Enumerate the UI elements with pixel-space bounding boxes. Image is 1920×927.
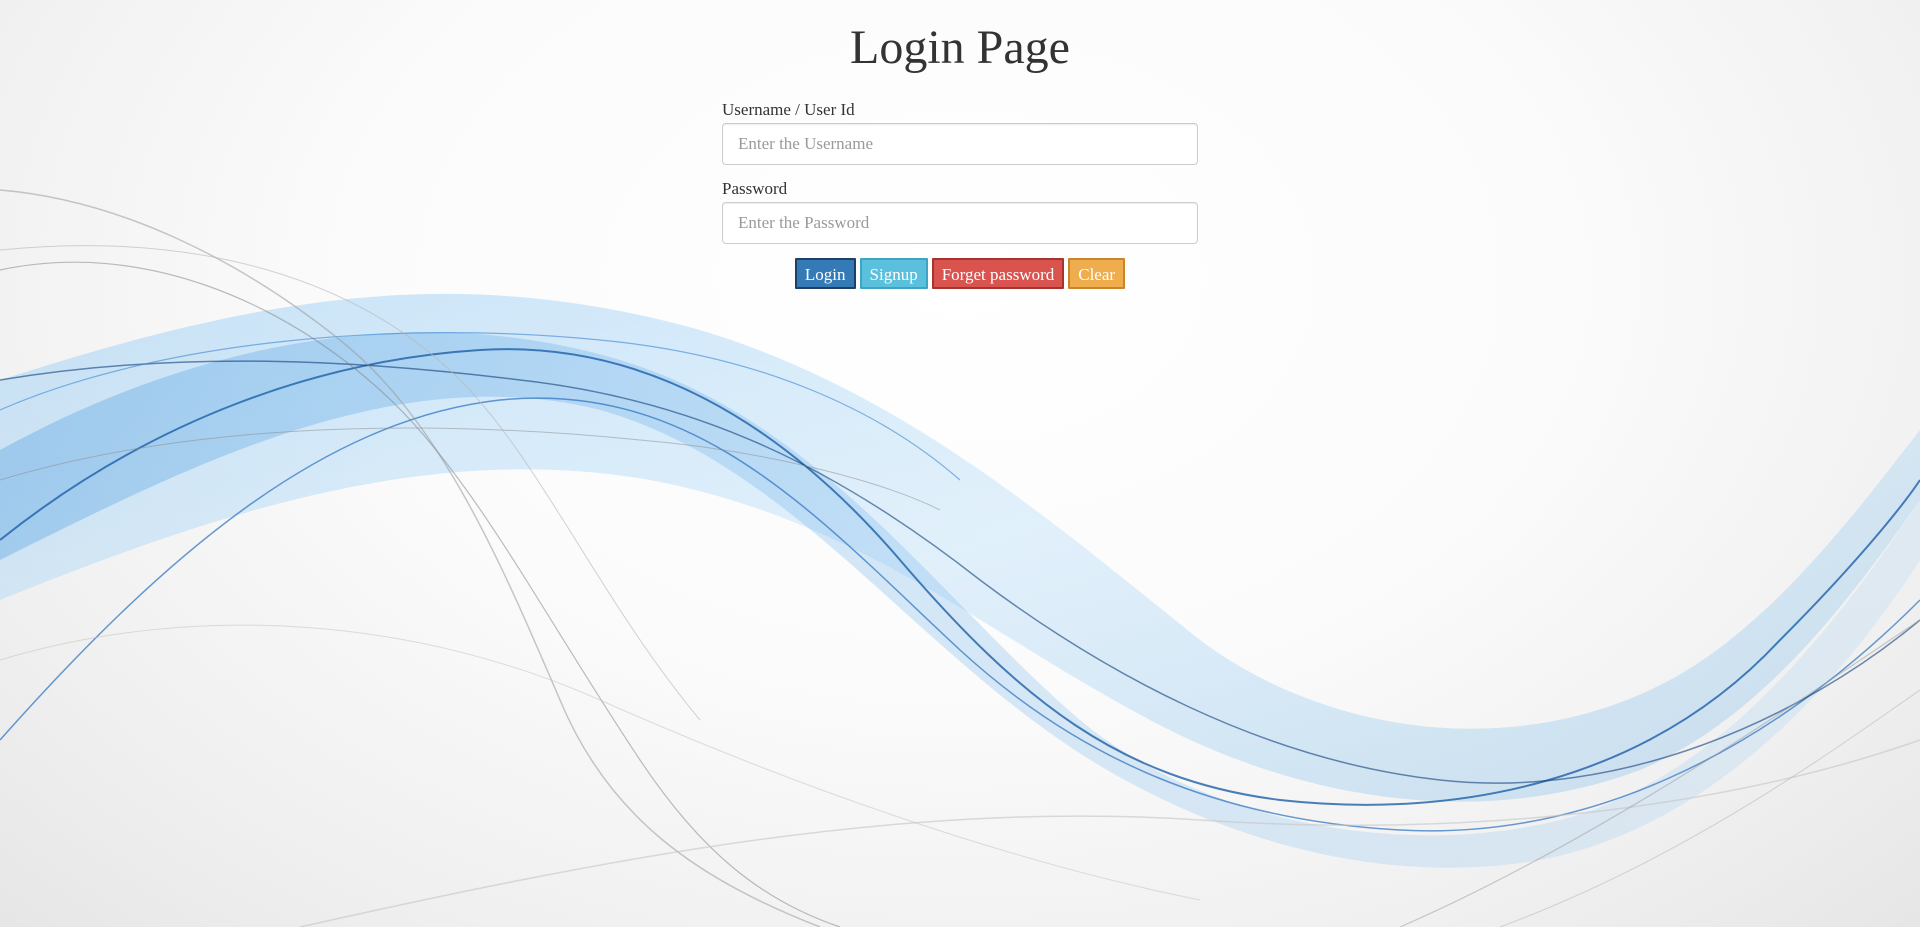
button-row: Login Signup Forget password Clear bbox=[722, 258, 1198, 289]
page-content: Login Page Username / User Id Password L… bbox=[0, 0, 1920, 289]
password-label: Password bbox=[722, 179, 788, 198]
page-title: Login Page bbox=[850, 21, 1070, 74]
login-form: Username / User Id Password Login Signup… bbox=[722, 100, 1198, 289]
forget-password-button[interactable]: Forget password bbox=[931, 258, 1065, 289]
signup-button[interactable]: Signup bbox=[859, 258, 928, 289]
username-label: Username / User Id bbox=[722, 100, 855, 119]
password-input[interactable] bbox=[722, 202, 1198, 244]
clear-button[interactable]: Clear bbox=[1068, 258, 1126, 289]
username-input[interactable] bbox=[722, 123, 1198, 165]
username-group: Username / User Id bbox=[722, 100, 1198, 165]
login-button[interactable]: Login bbox=[794, 258, 856, 289]
password-group: Password bbox=[722, 179, 1198, 244]
